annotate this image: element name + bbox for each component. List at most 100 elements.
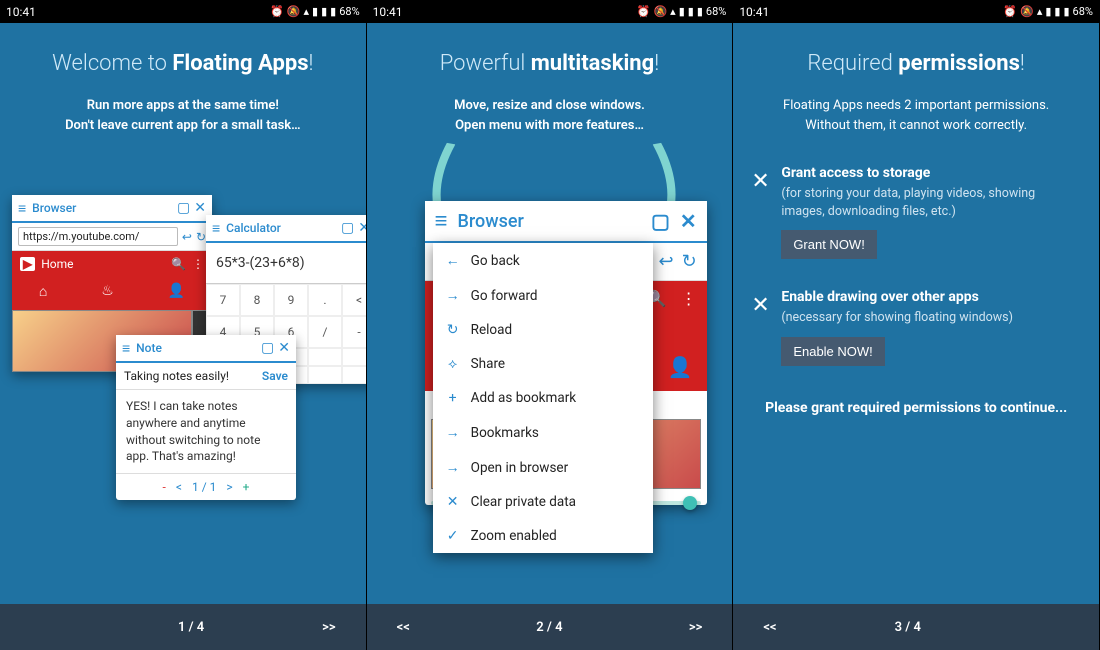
- calc-key[interactable]: 8: [240, 284, 274, 316]
- close-icon[interactable]: ✕: [680, 209, 697, 233]
- youtube-logo-icon: ▶: [20, 257, 35, 271]
- panel1-heading: Welcome to Floating Apps!: [52, 51, 313, 76]
- calc-key[interactable]: -: [342, 316, 366, 348]
- menu-clear-data[interactable]: ✕Clear private data: [433, 485, 653, 519]
- prev-note-button[interactable]: <: [176, 480, 182, 494]
- next-note-button[interactable]: >: [226, 480, 232, 494]
- alarm-icon: ⏰: [270, 5, 284, 18]
- browser-titlebar[interactable]: ≡ Browser ▢ ✕: [425, 201, 707, 243]
- search-icon[interactable]: 🔍: [171, 257, 186, 271]
- panel1-subtext: Run more apps at the same time! Don't le…: [65, 96, 300, 135]
- minimize-icon[interactable]: ▢: [651, 209, 670, 233]
- back-icon[interactable]: ↩: [182, 230, 192, 244]
- menu-icon[interactable]: ≡: [18, 200, 26, 217]
- account-icon[interactable]: 👤: [668, 355, 693, 391]
- menu-icon[interactable]: ≡: [212, 220, 220, 237]
- slider-thumb[interactable]: [683, 496, 697, 510]
- panel3-subtext: Floating Apps needs 2 important permissi…: [783, 96, 1049, 135]
- more-icon[interactable]: ⋮: [192, 257, 204, 271]
- heading-bold: multitasking: [531, 51, 654, 76]
- calc-titlebar[interactable]: ≡ Calculator ▢✕: [206, 215, 366, 243]
- menu-open-browser[interactable]: →Open in browser: [433, 450, 653, 485]
- calc-key[interactable]: /: [308, 316, 342, 348]
- menu-label: Bookmarks: [471, 425, 539, 441]
- heading-post: !: [309, 51, 314, 76]
- menu-label: Open in browser: [471, 460, 569, 476]
- close-icon[interactable]: ✕: [278, 340, 290, 356]
- calc-key[interactable]: [308, 348, 342, 366]
- minimize-icon[interactable]: ▢: [177, 200, 190, 216]
- home-icon[interactable]: ⌂: [39, 283, 47, 300]
- account-icon[interactable]: 👤: [168, 283, 185, 300]
- reload-icon[interactable]: ↻: [682, 251, 697, 272]
- close-icon[interactable]: ✕: [194, 200, 206, 216]
- menu-share[interactable]: ⟡Share: [433, 347, 653, 381]
- menu-go-forward[interactable]: → Go forward: [433, 278, 653, 313]
- browser-title: Browser: [458, 211, 524, 232]
- back-icon[interactable]: ↩: [658, 251, 673, 272]
- page-indicator: 2 / 4: [410, 620, 689, 635]
- calc-key[interactable]: <: [342, 284, 366, 316]
- panel2-demo-stage: ≡ Browser ▢✕ ↩ ↻ 🔍 ⋮ 👤: [383, 151, 717, 581]
- reload-icon[interactable]: ↻: [196, 230, 206, 244]
- url-input[interactable]: https://m.youtube.com/: [18, 227, 178, 246]
- status-time: 10:41: [739, 5, 769, 19]
- browser-context-menu: ←Go back → Go forward ↻Reload ⟡Share +Add…: [433, 243, 653, 553]
- calc-key[interactable]: 7: [206, 284, 240, 316]
- bookmark-icon: →: [445, 424, 461, 441]
- grant-storage-button[interactable]: Grant NOW!: [781, 230, 877, 259]
- subtext-line2: Don't leave current app for a small task…: [65, 116, 300, 136]
- signal2-icon: ▮: [1054, 5, 1060, 18]
- youtube-header: ▶ Home 🔍 ⋮: [12, 251, 212, 277]
- arrow-right-icon: →: [445, 287, 461, 304]
- more-icon[interactable]: ⋮: [681, 289, 697, 308]
- alarm-icon: ⏰: [637, 5, 651, 18]
- panel2-footer: << 2 / 4 >>: [367, 604, 733, 650]
- trending-icon[interactable]: ♨: [101, 283, 114, 300]
- heading-post: !: [654, 51, 659, 76]
- add-note-button[interactable]: +: [243, 480, 250, 494]
- browser-urlbar: https://m.youtube.com/ ↩ ↻: [12, 223, 212, 251]
- menu-label: Share: [471, 356, 505, 372]
- menu-zoom-enabled[interactable]: ✓Zoom enabled: [433, 519, 653, 553]
- browser-titlebar[interactable]: ≡ Browser ▢ ✕: [12, 195, 212, 223]
- minimize-icon[interactable]: ▢: [261, 340, 274, 356]
- status-icons: ⏰🔕▴▮▮▮68%: [1003, 5, 1093, 18]
- floating-note-window[interactable]: ≡ Note ▢✕ Taking notes easily! Save YES!…: [116, 335, 296, 500]
- delete-note-button[interactable]: -: [163, 480, 166, 494]
- calc-key[interactable]: 9: [274, 284, 308, 316]
- menu-bookmarks[interactable]: → Bookmarks: [433, 415, 653, 450]
- prev-button[interactable]: <<: [763, 620, 776, 635]
- enable-overlay-button[interactable]: Enable NOW!: [781, 337, 884, 366]
- calc-key[interactable]: .: [308, 284, 342, 316]
- dnd-icon: 🔕: [653, 5, 667, 18]
- battery-text: 68%: [1073, 5, 1093, 18]
- calc-key[interactable]: [308, 366, 342, 384]
- menu-icon[interactable]: ≡: [435, 208, 448, 234]
- prev-button[interactable]: <<: [397, 620, 410, 635]
- menu-label: Go forward: [471, 288, 538, 304]
- note-body[interactable]: YES! I can take notes anywhere and anyti…: [116, 390, 296, 473]
- signal-icon: ▮: [1045, 5, 1051, 18]
- menu-add-bookmark[interactable]: +Add as bookmark: [433, 381, 653, 415]
- calc-key[interactable]: [342, 348, 366, 366]
- heading-pre: Powerful: [440, 51, 531, 76]
- page-indicator: 3 / 4: [777, 620, 1039, 635]
- menu-icon[interactable]: ≡: [122, 340, 130, 357]
- next-button[interactable]: >>: [322, 620, 335, 635]
- arrow-left-icon: ←: [445, 252, 461, 269]
- perm-overlay-desc: (necessary for showing floating windows): [781, 309, 1081, 327]
- next-button[interactable]: >>: [689, 620, 702, 635]
- menu-go-back[interactable]: ←Go back: [433, 243, 653, 278]
- calc-key[interactable]: [342, 366, 366, 384]
- minimize-icon[interactable]: ▢: [341, 220, 354, 236]
- close-icon[interactable]: ✕: [358, 220, 365, 236]
- youtube-tabs: ⌂ ♨ 👤: [12, 277, 212, 310]
- status-icons: ⏰🔕▴▮▮▮68%: [637, 5, 727, 18]
- menu-reload[interactable]: ↻Reload: [433, 313, 653, 347]
- note-subject[interactable]: Taking notes easily!: [124, 369, 229, 383]
- battery-icon: ▮: [697, 5, 703, 18]
- note-titlebar[interactable]: ≡ Note ▢✕: [116, 335, 296, 363]
- save-button[interactable]: Save: [262, 369, 288, 383]
- subtext-line2: Open menu with more features…: [454, 116, 645, 136]
